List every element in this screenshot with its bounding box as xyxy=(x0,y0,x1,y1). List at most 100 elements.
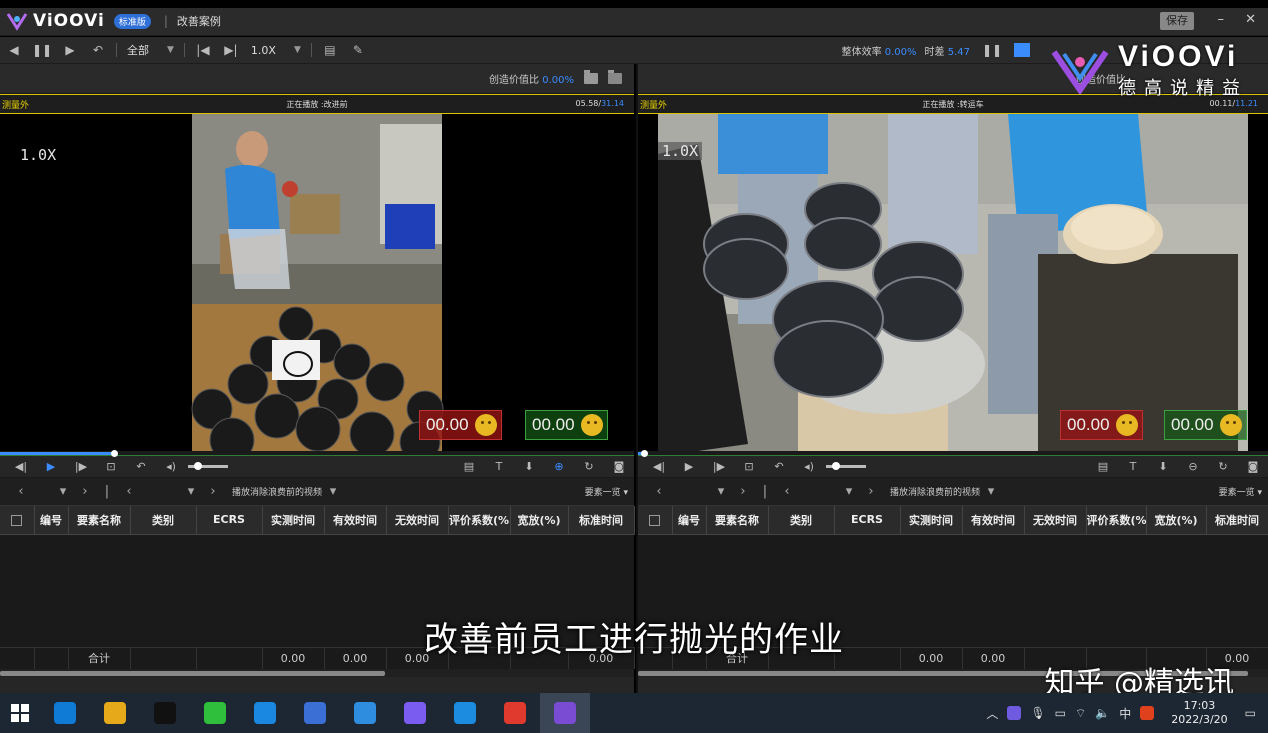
chevron-left-icon[interactable]: ‹ xyxy=(118,484,140,499)
close-icon[interactable]: ✕ xyxy=(1245,12,1256,27)
download-icon[interactable]: ⬇ xyxy=(514,460,544,473)
chevron-left-icon[interactable]: ‹ xyxy=(10,484,32,499)
volume-slider[interactable] xyxy=(188,462,228,470)
right-video-frame[interactable]: 1.0X 00.00 00.00 xyxy=(638,114,1268,451)
taskbar-explorer-app[interactable] xyxy=(90,693,140,733)
prev-frame-icon[interactable]: ◀| xyxy=(644,460,674,473)
element-list-select[interactable]: 要素一览 ▾ xyxy=(1219,485,1262,498)
chevron-right-icon[interactable]: › xyxy=(860,484,882,499)
taskbar-app-blue-app[interactable] xyxy=(290,693,340,733)
undo-icon[interactable]: ↶ xyxy=(126,460,156,473)
pencil-icon[interactable]: ✎ xyxy=(344,43,372,57)
column-header[interactable]: 宽放(%) xyxy=(510,506,569,535)
column-header[interactable]: 无效时间 xyxy=(1024,506,1087,535)
chevron-up-icon[interactable]: ︿ xyxy=(986,705,998,722)
left-progress-bar[interactable] xyxy=(0,450,634,457)
left-horizontal-scrollbar[interactable] xyxy=(0,669,634,677)
taskbar-edge-app[interactable] xyxy=(40,693,90,733)
step-back-icon[interactable]: ◀ xyxy=(0,43,28,57)
column-header[interactable]: 编号 xyxy=(672,506,707,535)
chevron-down-icon[interactable]: ▾ xyxy=(980,484,1002,499)
folder-icon[interactable] xyxy=(584,70,598,84)
select-all-checkbox[interactable] xyxy=(11,514,23,526)
chevron-right-icon[interactable]: › xyxy=(74,484,96,499)
undo-icon[interactable]: ↶ xyxy=(84,43,112,57)
comment-icon[interactable]: ▤ xyxy=(316,43,344,57)
column-header[interactable]: 标准时间 xyxy=(1206,506,1268,535)
taskbar-app-purple-app[interactable] xyxy=(390,693,440,733)
play-waste-label[interactable]: 播放消除浪费前的视频 xyxy=(232,485,322,498)
right-progress-bar[interactable] xyxy=(638,450,1268,457)
volume-icon[interactable]: ◂) xyxy=(156,460,186,473)
next-frame-icon[interactable]: |▶ xyxy=(704,460,734,473)
column-header[interactable]: 要素名称 xyxy=(68,506,131,535)
select-all-header[interactable] xyxy=(0,506,35,535)
column-header[interactable]: 无效时间 xyxy=(386,506,449,535)
taskbar-app-penguin-app[interactable] xyxy=(440,693,490,733)
column-header[interactable]: 实测时间 xyxy=(900,506,963,535)
camera-icon[interactable]: ◙ xyxy=(1238,460,1268,473)
volume-icon[interactable]: ◂) xyxy=(794,460,824,473)
column-header[interactable]: ECRS xyxy=(834,506,901,535)
chevron-down-icon[interactable]: ▾ xyxy=(322,484,344,499)
undo-icon[interactable]: ↶ xyxy=(764,460,794,473)
loop-icon[interactable]: ⊡ xyxy=(734,460,764,473)
save-button[interactable]: 保存 xyxy=(1160,12,1194,30)
refresh-icon[interactable]: ↻ xyxy=(1208,460,1238,473)
tray-app-icon[interactable] xyxy=(1007,706,1022,720)
chevron-right-icon[interactable]: › xyxy=(732,484,754,499)
taskbar-viovi-app[interactable] xyxy=(540,693,590,733)
play-icon[interactable]: ▶ xyxy=(36,460,66,473)
speed-select[interactable]: 1.0X ▼ xyxy=(245,44,307,57)
export-icon[interactable] xyxy=(608,70,622,84)
progress-knob[interactable] xyxy=(111,450,119,457)
chevron-right-icon[interactable]: › xyxy=(202,484,224,499)
ime-indicator[interactable]: 中 xyxy=(1119,705,1131,722)
column-header[interactable]: 标准时间 xyxy=(568,506,635,535)
left-video-frame[interactable]: 1.0X 00.00 00.00 xyxy=(0,114,634,451)
minimize-icon[interactable]: – xyxy=(1218,12,1225,27)
filter-select[interactable]: 全部 ▼ xyxy=(121,42,180,58)
microphone-icon[interactable]: 🎙 xyxy=(1030,706,1045,720)
column-header[interactable]: 类别 xyxy=(130,506,197,535)
notification-icon[interactable]: ▭ xyxy=(1245,706,1256,720)
prev-frame-icon[interactable]: ◀| xyxy=(6,460,36,473)
column-header[interactable]: 要素名称 xyxy=(706,506,769,535)
taskbar-app-settings-app[interactable] xyxy=(340,693,390,733)
taskbar-qq-app[interactable] xyxy=(140,693,190,733)
battery-icon[interactable]: ▭ xyxy=(1055,706,1066,720)
column-header[interactable]: 有效时间 xyxy=(324,506,387,535)
column-header[interactable]: 实测时间 xyxy=(262,506,325,535)
chevron-down-icon[interactable]: ▾ xyxy=(52,484,74,499)
taskbar-wechat-app[interactable] xyxy=(190,693,240,733)
windows-start-icon[interactable] xyxy=(0,693,40,733)
speaker-icon[interactable]: 🔈 xyxy=(1095,706,1110,720)
select-all-checkbox[interactable] xyxy=(649,514,661,526)
document-icon[interactable]: ▤ xyxy=(454,460,484,473)
skip-end-icon[interactable]: ▶| xyxy=(217,43,245,57)
chevron-down-icon[interactable]: ▾ xyxy=(838,484,860,499)
column-header[interactable]: ECRS xyxy=(196,506,263,535)
scrollbar-thumb[interactable] xyxy=(0,671,385,676)
chevron-left-icon[interactable]: ‹ xyxy=(776,484,798,499)
zoom-out-icon[interactable]: ⊖ xyxy=(1178,460,1208,473)
taskbar-wps-app[interactable] xyxy=(490,693,540,733)
refresh-icon[interactable]: ↻ xyxy=(574,460,604,473)
progress-knob[interactable] xyxy=(641,450,649,457)
play-icon[interactable]: ▶ xyxy=(56,43,84,57)
document-icon[interactable]: ▤ xyxy=(1088,460,1118,473)
column-header[interactable]: 评价系数(% xyxy=(448,506,511,535)
chevron-down-icon[interactable]: ▾ xyxy=(180,484,202,499)
text-icon[interactable]: T xyxy=(484,460,514,473)
zoom-in-icon[interactable]: ⊕ xyxy=(544,460,574,473)
sogou-ime-icon[interactable] xyxy=(1140,706,1155,720)
volume-slider[interactable] xyxy=(826,462,866,470)
loop-icon[interactable]: ⊡ xyxy=(96,460,126,473)
skip-start-icon[interactable]: |◀ xyxy=(189,43,217,57)
taskbar-clock[interactable]: 17:03 2022/3/20 xyxy=(1171,699,1227,727)
chevron-down-icon[interactable]: ▾ xyxy=(710,484,732,499)
next-frame-icon[interactable]: |▶ xyxy=(66,460,96,473)
element-list-select[interactable]: 要素一览 ▾ xyxy=(585,485,628,498)
camera-icon[interactable]: ◙ xyxy=(604,460,634,473)
play-icon[interactable]: ▶ xyxy=(674,460,704,473)
